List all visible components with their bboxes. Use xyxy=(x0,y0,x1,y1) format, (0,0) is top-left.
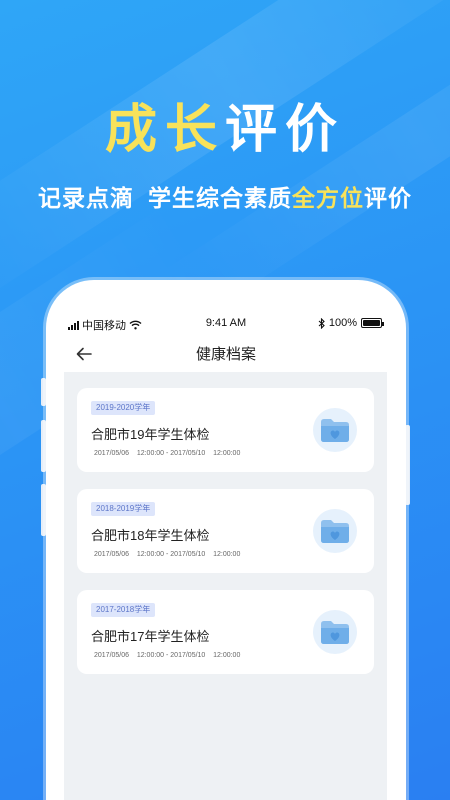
promo-headline: 成长评价 xyxy=(0,98,450,162)
subline-part1: 记录点滴 xyxy=(38,186,134,212)
folder-heart-icon xyxy=(313,509,357,553)
page-title: 健康档案 xyxy=(195,346,256,363)
record-time: 2017/05/06 12:00:00 - 2017/05/10 12:00:0… xyxy=(94,450,241,457)
year-tag: 2019-2020学年 xyxy=(91,401,156,415)
bluetooth-icon xyxy=(318,317,325,329)
subline-part3: 评价 xyxy=(364,186,412,212)
nav-bar: 健康档案 xyxy=(66,338,386,370)
promo-subline: 记录点滴 学生综合素质全方位评价 xyxy=(0,183,450,215)
record-card[interactable]: 2019-2020学年 合肥市19年学生体检 2017/05/06 12:00:… xyxy=(77,388,374,472)
record-time: 2017/05/06 12:00:00 - 2017/05/10 12:00:0… xyxy=(94,652,241,659)
year-tag: 2017-2018学年 xyxy=(91,603,156,617)
battery-icon xyxy=(361,318,384,328)
record-time: 2017/05/06 12:00:00 - 2017/05/10 12:00:0… xyxy=(94,551,241,558)
record-title: 合肥市19年学生体检 xyxy=(91,427,210,442)
record-title: 合肥市17年学生体检 xyxy=(91,629,210,644)
battery-percent: 100% xyxy=(328,317,357,329)
folder-heart-icon xyxy=(313,610,357,654)
subline-highlight: 全方位 xyxy=(292,186,364,212)
folder-heart-icon xyxy=(313,408,357,452)
headline-yellow: 成长 xyxy=(104,100,225,160)
subline-part2: 学生综合素质 xyxy=(148,186,292,212)
record-title: 合肥市18年学生体检 xyxy=(91,528,210,543)
record-card[interactable]: 2017-2018学年 合肥市17年学生体检 2017/05/06 12:00:… xyxy=(77,590,374,674)
headline-white: 评价 xyxy=(225,100,346,160)
year-tag: 2018-2019学年 xyxy=(91,502,156,516)
record-card[interactable]: 2018-2019学年 合肥市18年学生体检 2017/05/06 12:00:… xyxy=(77,489,374,573)
status-bar: 中国移动 9:41 AM 100% xyxy=(66,314,386,334)
